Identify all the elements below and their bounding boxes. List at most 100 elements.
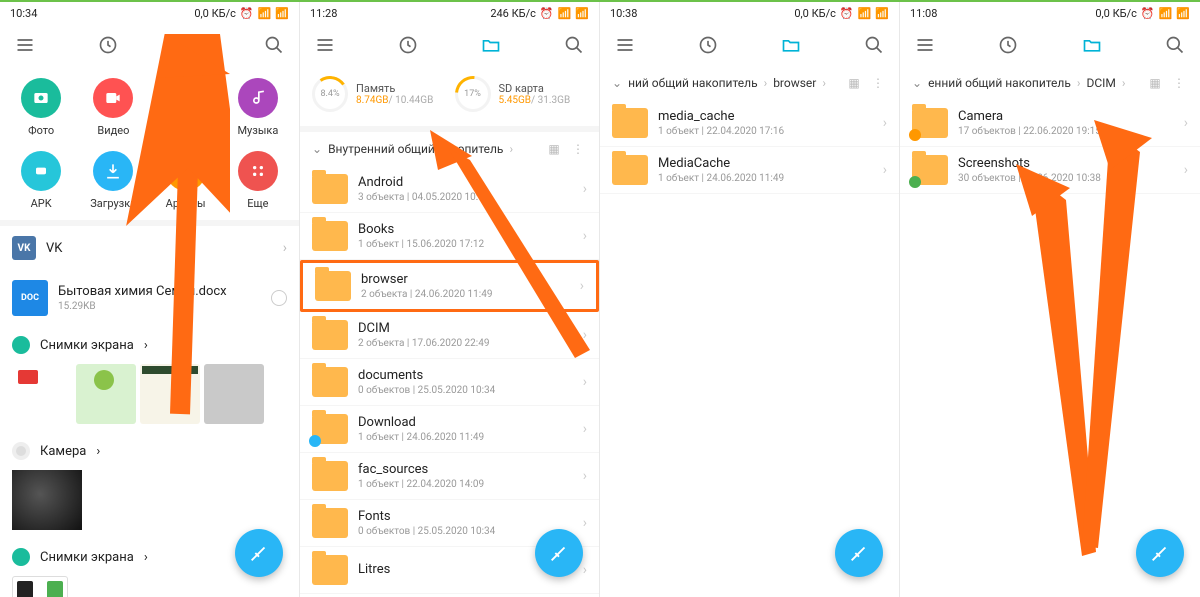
cat-more[interactable]: Еще <box>223 145 293 216</box>
folder-name: fac_sources <box>358 462 484 477</box>
folder-icon <box>312 367 348 397</box>
more-icon[interactable]: ⋮ <box>569 142 587 156</box>
search-icon[interactable] <box>1164 34 1186 56</box>
folder-tab-icon[interactable] <box>480 34 502 56</box>
more-icon[interactable]: ⋮ <box>869 76 887 90</box>
chevron-down-icon[interactable]: ⌄ <box>912 76 922 90</box>
chevron-right-icon: › <box>583 421 587 437</box>
folder-row[interactable]: fac_sources1 объект | 22.04.2020 14:09 › <box>300 453 599 500</box>
folder-icon <box>612 108 648 138</box>
alarm-icon: ⏰ <box>240 7 254 20</box>
pane-home: 10:34 0,0 КБ/с ⏰ 📶 📶 Фото Видео Документ… <box>0 2 300 597</box>
folder-row[interactable]: browser2 объекта | 24.06.2020 11:49 › <box>300 260 599 312</box>
status-bar: 11:08 0,0 КБ/с ⏰ 📶 📶 <box>900 2 1200 24</box>
clean-fab[interactable] <box>535 529 583 577</box>
more-icon[interactable]: ⋮ <box>1170 76 1188 90</box>
chevron-right-icon: › <box>583 515 587 531</box>
folder-tab-icon[interactable] <box>180 34 202 56</box>
cat-downloads[interactable]: Загрузки <box>78 145 148 216</box>
folder-row[interactable]: Android3 объекта | 04.05.2020 10:07 › <box>300 166 599 213</box>
folder-row[interactable]: MediaCache1 объект | 24.06.2020 11:49 › <box>600 147 899 194</box>
folder-tab-icon[interactable] <box>1081 34 1103 56</box>
status-time: 11:08 <box>910 7 937 20</box>
chevron-right-icon: › <box>144 338 148 353</box>
folder-icon <box>312 221 348 251</box>
chevron-down-icon[interactable]: ⌄ <box>612 76 622 90</box>
storage-sd[interactable]: 17% SD карта 5.45GB/ 31.3GB <box>455 76 588 112</box>
menu-icon[interactable] <box>614 34 636 56</box>
top-toolbar <box>300 24 599 66</box>
doc-icon: DOC <box>12 280 48 316</box>
search-icon[interactable] <box>563 34 585 56</box>
search-icon[interactable] <box>863 34 885 56</box>
folder-row[interactable]: media_cache1 объект | 22.04.2020 17:16 › <box>600 100 899 147</box>
status-bar: 11:28 246 КБ/с ⏰ 📶 📶 <box>300 2 599 24</box>
chevron-right-icon: › <box>1184 115 1188 131</box>
cat-music[interactable]: Музыка <box>223 72 293 143</box>
breadcrumb[interactable]: ⌄ енний общий накопитель › DCIM › ▦ ⋮ <box>900 66 1200 100</box>
select-radio[interactable] <box>271 290 287 306</box>
vk-row[interactable]: VK VK › <box>0 226 299 270</box>
thumbnail[interactable] <box>12 576 68 597</box>
chevron-right-icon: › <box>283 240 287 256</box>
cat-documents[interactable]: Документы <box>151 72 221 143</box>
folder-meta: 1 объект | 24.06.2020 11:49 <box>658 173 784 184</box>
recent-icon[interactable] <box>697 34 719 56</box>
folder-row[interactable]: Camera17 объектов | 22.06.2020 19:15 › <box>900 100 1200 147</box>
folder-icon <box>912 108 948 138</box>
recent-icon[interactable] <box>997 34 1019 56</box>
folder-tab-icon[interactable] <box>780 34 802 56</box>
folder-meta: 30 объектов | 25.06.2020 10:38 <box>958 173 1101 184</box>
folder-row[interactable]: Download1 объект | 24.06.2020 11:49 › <box>300 406 599 453</box>
cat-archives[interactable]: Архивы <box>151 145 221 216</box>
thumbnail[interactable] <box>204 364 264 424</box>
folder-row[interactable]: DCIM2 объекта | 17.06.2020 22:49 › <box>300 312 599 359</box>
folder-icon <box>312 461 348 491</box>
status-data-rate: 246 КБ/с <box>490 7 536 20</box>
folder-row[interactable]: Screenshots30 объектов | 25.06.2020 10:3… <box>900 147 1200 194</box>
folder-meta: 0 объектов | 25.05.2020 10:34 <box>358 526 495 537</box>
folder-name: browser <box>361 272 492 287</box>
folder-icon <box>312 414 348 444</box>
menu-icon[interactable] <box>314 34 336 56</box>
view-grid-icon[interactable]: ▦ <box>545 142 563 156</box>
thumbnail[interactable] <box>140 364 200 424</box>
folder-meta: 17 объектов | 22.06.2020 19:15 <box>958 126 1101 137</box>
search-icon[interactable] <box>263 34 285 56</box>
clean-fab[interactable] <box>835 529 883 577</box>
thumbnail[interactable] <box>76 364 136 424</box>
menu-icon[interactable] <box>914 34 936 56</box>
storage-internal[interactable]: 8.4% Память 8.74GB/ 10.44GB <box>312 76 445 112</box>
thumbnail[interactable] <box>12 364 72 424</box>
recent-icon[interactable] <box>97 34 119 56</box>
cat-apk[interactable]: APK <box>6 145 76 216</box>
folder-row[interactable]: documents0 объектов | 25.05.2020 10:34 › <box>300 359 599 406</box>
folder-name: Books <box>358 222 484 237</box>
cat-photo[interactable]: Фото <box>6 72 76 143</box>
chevron-down-icon[interactable]: ⌄ <box>312 142 322 156</box>
section-screenshots[interactable]: Снимки экрана › <box>0 326 299 364</box>
status-data-rate: 0,0 КБ/с <box>194 7 236 20</box>
status-bar: 10:38 0,0 КБ/с ⏰ 📶 📶 <box>600 2 899 24</box>
view-grid-icon[interactable]: ▦ <box>1146 76 1164 90</box>
breadcrumb[interactable]: ⌄ ний общий накопитель › browser › ▦ ⋮ <box>600 66 899 100</box>
bullet-icon <box>12 442 30 460</box>
folder-name: MediaCache <box>658 156 784 171</box>
folder-row[interactable]: Books1 объект | 15.06.2020 17:12 › <box>300 213 599 260</box>
view-grid-icon[interactable]: ▦ <box>845 76 863 90</box>
vk-label: VK <box>46 241 62 256</box>
clean-fab[interactable] <box>1136 529 1184 577</box>
camera-photo-thumb[interactable] <box>12 470 82 530</box>
cat-video[interactable]: Видео <box>78 72 148 143</box>
breadcrumb[interactable]: ⌄ Внутренний общий накопитель › ▦ ⋮ <box>300 132 599 166</box>
recent-doc-row[interactable]: DOC Бытовая химия Семья.docx 15.29KB <box>0 270 299 326</box>
folder-icon <box>312 320 348 350</box>
storage-summary: 8.4% Память 8.74GB/ 10.44GB 17% SD карта… <box>300 66 599 122</box>
folder-name: Litres <box>358 562 390 577</box>
section-camera[interactable]: Камера › <box>0 432 299 470</box>
clean-fab[interactable] <box>235 529 283 577</box>
recent-icon[interactable] <box>397 34 419 56</box>
wifi-icon: 📶 <box>1176 7 1190 20</box>
status-data-rate: 0,0 КБ/с <box>794 7 836 20</box>
menu-icon[interactable] <box>14 34 36 56</box>
